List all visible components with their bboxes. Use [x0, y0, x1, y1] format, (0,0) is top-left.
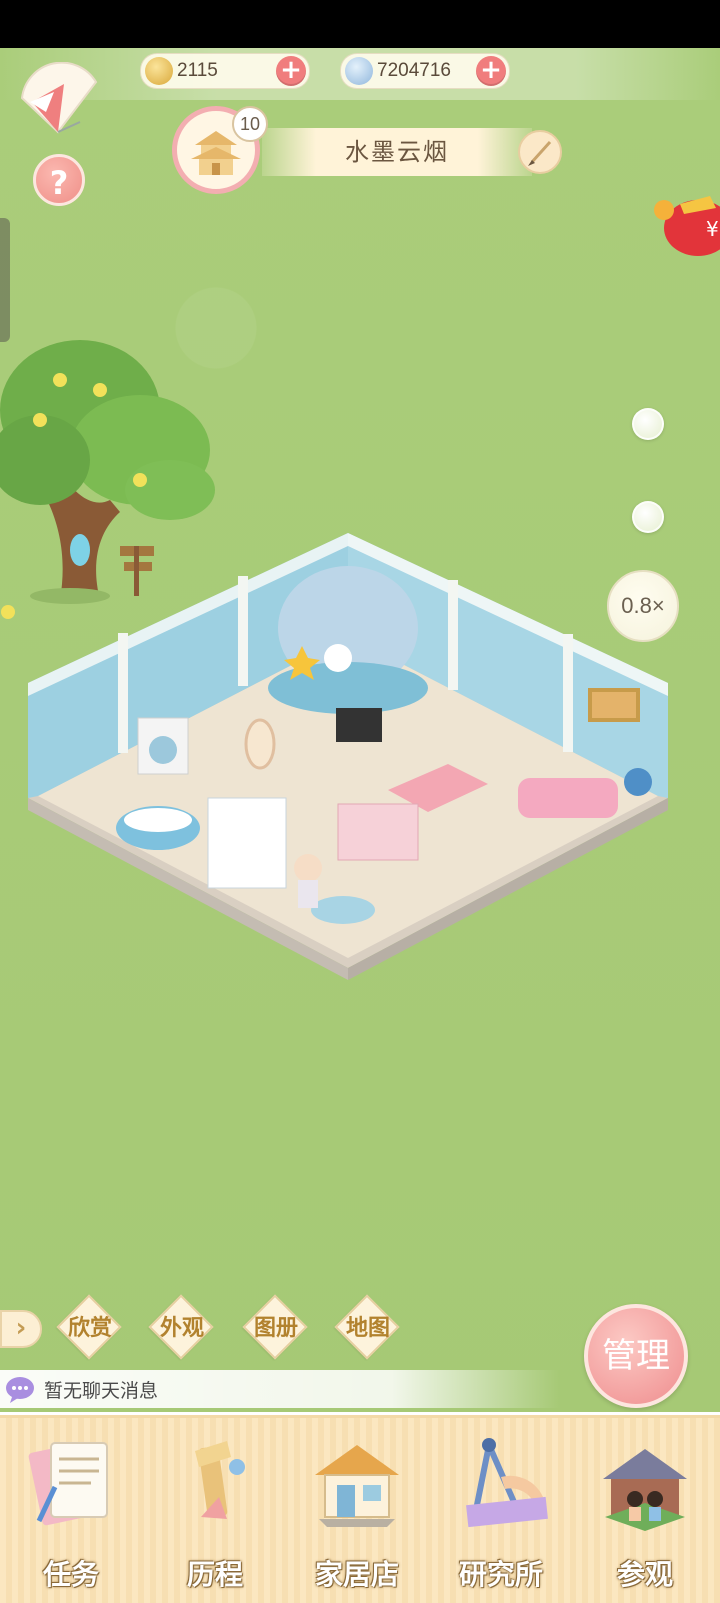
- bottom-navigation: 任务 历程 家居店 研究所 参观: [0, 1412, 720, 1603]
- appearance-label: 外观: [159, 1315, 204, 1341]
- manage-button[interactable]: 管理: [584, 1304, 688, 1408]
- status-bar: [0, 0, 720, 48]
- red-lucky-bag-icon: ¥: [654, 196, 720, 256]
- brush-icon: [528, 140, 552, 166]
- nav-journey-label: 历程: [186, 1558, 243, 1591]
- shell-icon: [345, 57, 373, 85]
- shell-counter: 7204716 +: [340, 53, 510, 89]
- svg-text:¥: ¥: [706, 217, 719, 241]
- nav-visit[interactable]: 参观: [580, 1415, 710, 1603]
- room-illustration: [28, 533, 668, 980]
- isometric-room[interactable]: [18, 528, 678, 988]
- nav-tasks-label: 任务: [42, 1558, 99, 1591]
- nav-furniture-shop[interactable]: 家居店: [292, 1415, 422, 1603]
- appreciate-button[interactable]: 欣赏: [56, 1294, 122, 1360]
- journey-trophy-icon: [195, 1441, 245, 1519]
- lucky-bag-event-button[interactable]: ¥: [650, 152, 720, 260]
- task-scroll-icon: [28, 1442, 108, 1526]
- help-button[interactable]: ?: [33, 154, 85, 206]
- floating-bubble[interactable]: [632, 408, 664, 440]
- back-fan-icon: [20, 61, 98, 134]
- nav-research-label: 研究所: [458, 1558, 543, 1591]
- visit-house-icon: [603, 1449, 687, 1531]
- nav-journey[interactable]: 历程: [150, 1415, 280, 1603]
- nav-research[interactable]: 研究所: [436, 1415, 566, 1603]
- chat-placeholder: 暂无聊天消息: [44, 1379, 159, 1402]
- nav-furniture-shop-label: 家居店: [314, 1558, 399, 1591]
- coin-value: 2115: [177, 60, 218, 81]
- house-name: 水墨云烟: [262, 128, 532, 176]
- furniture-shop-icon: [315, 1445, 399, 1527]
- gold-coin-icon: [145, 57, 173, 85]
- rename-brush-button[interactable]: [518, 130, 562, 174]
- chat-bar[interactable]: 暂无聊天消息: [0, 1370, 560, 1408]
- research-compass-icon: [466, 1438, 548, 1528]
- map-button[interactable]: 地图: [334, 1294, 400, 1360]
- add-shells-button[interactable]: +: [476, 56, 506, 86]
- expand-actions-button[interactable]: ›: [0, 1310, 42, 1348]
- shell-value: 7204716: [377, 60, 451, 81]
- nav-visit-label: 参观: [616, 1558, 673, 1591]
- album-label: 图册: [253, 1315, 298, 1341]
- nav-tasks[interactable]: 任务: [6, 1415, 136, 1603]
- appearance-button[interactable]: 外观: [148, 1294, 214, 1360]
- house-level-badge: 10: [232, 106, 268, 142]
- back-button[interactable]: [18, 61, 100, 138]
- add-coins-button[interactable]: +: [276, 56, 306, 86]
- coin-counter: 2115 +: [140, 53, 310, 89]
- album-button[interactable]: 图册: [242, 1294, 308, 1360]
- map-label: 地图: [345, 1315, 390, 1341]
- appreciate-label: 欣赏: [67, 1315, 112, 1341]
- chat-bubble-icon: [6, 1377, 34, 1403]
